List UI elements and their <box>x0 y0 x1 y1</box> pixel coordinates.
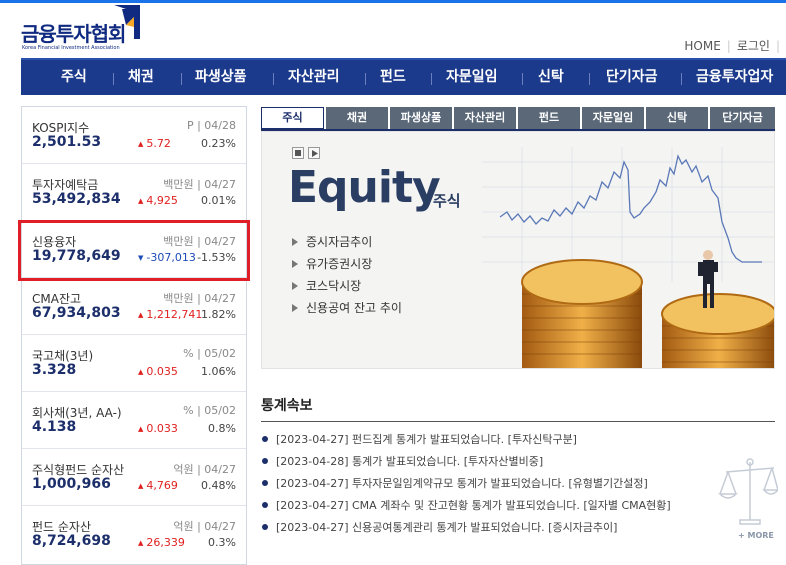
stat-change: ▲ 26,339 <box>138 536 185 549</box>
stat-unit: P | 04/28 <box>186 119 236 132</box>
gnb-item-advisory[interactable]: 자문일임 <box>446 60 498 95</box>
arrow-right-icon <box>292 260 298 268</box>
equity-banner: Equity 주식 증시자금추이 유가증권시장 코스닥시장 신용공여 잔고 추이 <box>261 131 775 369</box>
news-more-link[interactable]: + MORE <box>738 531 774 540</box>
stat-value: 1,000,966 <box>32 476 111 492</box>
stat-value: 4.138 <box>32 419 77 435</box>
stat-percent: 0.3% <box>208 536 236 549</box>
gold-coins-graphic <box>521 250 774 368</box>
up-arrow-icon: ▲ <box>138 368 144 376</box>
stat-change: ▲ 0.035 <box>138 365 178 378</box>
stat-percent: 0.8% <box>208 422 236 435</box>
gnb-item-derivatives[interactable]: 파생상품 <box>195 60 247 95</box>
market-stats-panel: KOSPI지수 P | 04/28 2,501.53 ▲ 5.72 0.23% 투… <box>21 106 247 565</box>
banner-link-kospi-market[interactable]: 유가증권시장 <box>292 255 372 272</box>
tab-derivatives[interactable]: 파생상품 <box>390 107 452 129</box>
stat-change: ▲ 4,769 <box>138 479 178 492</box>
tab-bonds[interactable]: 채권 <box>326 107 388 129</box>
stat-percent: 0.48% <box>201 479 236 492</box>
stat-value: 3.328 <box>32 362 77 378</box>
stat-corporate-bond[interactable]: 회사채(3년, AA-) % | 05/02 4.138 ▲ 0.033 0.8% <box>22 392 246 449</box>
stat-percent: 0.23% <box>201 137 236 150</box>
stat-unit: % | 05/02 <box>183 347 236 360</box>
stat-value: 2,501.53 <box>32 134 102 150</box>
banner-link-kosdaq-market[interactable]: 코스닥시장 <box>292 277 361 294</box>
banner-play-button[interactable] <box>308 147 320 159</box>
banner-subtitle: 주식 <box>433 192 461 210</box>
stat-percent: 1.06% <box>201 365 236 378</box>
logo-subtitle: Korea Financial Investment Association <box>22 45 120 51</box>
stat-cma-balance[interactable]: CMA잔고 백만원 | 04/27 67,934,803 ▲ 1,212,741 … <box>22 278 246 335</box>
news-item[interactable]: [2023-04-27] 펀드집계 통계가 발표되었습니다. [투자신탁구분] <box>262 431 577 447</box>
stat-equity-fund-nav[interactable]: 주식형펀드 순자산 억원 | 04/27 1,000,966 ▲ 4,769 0.… <box>22 449 246 506</box>
gnb-item-bonds[interactable]: 채권 <box>128 60 154 95</box>
tab-stocks[interactable]: 주식 <box>261 107 324 129</box>
arrow-right-icon <box>292 304 298 312</box>
up-arrow-icon: ▲ <box>138 539 144 547</box>
news-section-title: 통계속보 <box>261 398 313 414</box>
news-item[interactable]: [2023-04-27] 투자자문일임계약규모 통계가 발표되었습니다. [유형… <box>262 475 648 491</box>
main-navigation: 주식 채권 파생상품 자산관리 펀드 자문일임 신탁 단기자금 금융투자업자 <box>21 58 786 95</box>
stat-value: 53,492,834 <box>32 191 121 207</box>
up-arrow-icon: ▲ <box>138 140 144 148</box>
up-arrow-icon: ▲ <box>138 482 144 490</box>
stat-treasury-3y[interactable]: 국고채(3년) % | 05/02 3.328 ▲ 0.035 1.06% <box>22 335 246 392</box>
utility-links: HOME | 로그인 | <box>684 37 780 54</box>
arrow-right-icon <box>292 238 298 246</box>
bullet-icon <box>262 436 268 442</box>
stat-value: 67,934,803 <box>32 305 121 321</box>
credit-loan-highlight-box <box>18 220 250 281</box>
news-item[interactable]: [2023-04-27] 신용공여통계관리 통계가 발표되었습니다. [증시자금… <box>262 519 617 535</box>
gnb-item-funds[interactable]: 펀드 <box>380 60 406 95</box>
stat-value: 8,724,698 <box>32 533 111 549</box>
tab-asset-management[interactable]: 자산관리 <box>454 107 516 129</box>
tab-funds[interactable]: 펀드 <box>518 107 580 129</box>
bullet-icon <box>262 480 268 486</box>
kofia-logo[interactable]: 금융투자협회 Korea Financial Investment Associ… <box>21 5 151 57</box>
bullet-icon <box>262 502 268 508</box>
bullet-icon <box>262 458 268 464</box>
stat-change: ▲ 4,925 <box>138 194 178 207</box>
stat-unit: 백만원 | 04/27 <box>163 292 236 305</box>
news-divider <box>261 421 775 422</box>
banner-stop-button[interactable] <box>292 147 304 159</box>
bullet-icon <box>262 524 268 530</box>
gnb-item-asset-management[interactable]: 자산관리 <box>288 60 340 95</box>
tab-short-term[interactable]: 단기자금 <box>710 107 775 129</box>
up-arrow-icon: ▲ <box>138 311 144 319</box>
tab-advisory[interactable]: 자문일임 <box>582 107 644 129</box>
gnb-item-investment-firms[interactable]: 금융투자업자 <box>696 60 773 95</box>
home-link[interactable]: HOME <box>684 39 720 53</box>
stat-investor-deposit[interactable]: 투자자예탁금 백만원 | 04/27 53,492,834 ▲ 4,925 0.0… <box>22 164 246 221</box>
up-arrow-icon: ▲ <box>138 197 144 205</box>
stat-percent: 0.01% <box>201 194 236 207</box>
stat-unit: 억원 | 04/27 <box>173 463 236 476</box>
stat-unit: 백만원 | 04/27 <box>163 178 236 191</box>
stat-change: ▲ 0.033 <box>138 422 178 435</box>
top-accent-line <box>0 0 786 3</box>
stat-fund-nav[interactable]: 펀드 순자산 억원 | 04/27 8,724,698 ▲ 26,339 0.3% <box>22 506 246 563</box>
logo-title: 금융투자협회 <box>21 22 126 46</box>
login-link[interactable]: 로그인 <box>737 37 770 54</box>
balance-scale-icon <box>718 458 778 525</box>
tab-trust[interactable]: 신탁 <box>646 107 708 129</box>
gnb-item-stocks[interactable]: 주식 <box>61 60 87 95</box>
stat-kospi[interactable]: KOSPI지수 P | 04/28 2,501.53 ▲ 5.72 0.23% <box>22 107 246 164</box>
news-item[interactable]: [2023-04-27] CMA 계좌수 및 잔고현황 통계가 발표되었습니다.… <box>262 497 671 513</box>
stat-change: ▲ 5.72 <box>138 137 171 150</box>
banner-link-credit-balance[interactable]: 신용공여 잔고 추이 <box>292 299 402 316</box>
gnb-item-short-term[interactable]: 단기자금 <box>606 60 658 95</box>
up-arrow-icon: ▲ <box>138 425 144 433</box>
banner-link-market-funds[interactable]: 증시자금추이 <box>292 233 372 250</box>
arrow-right-icon <box>292 282 298 290</box>
gnb-item-trust[interactable]: 신탁 <box>538 60 564 95</box>
stat-percent: 1.82% <box>201 308 236 321</box>
category-tabs: 주식 채권 파생상품 자산관리 펀드 자문일임 신탁 단기자금 <box>261 107 775 129</box>
news-item[interactable]: [2023-04-28] 통계가 발표되었습니다. [투자자산별비중] <box>262 453 543 469</box>
stat-unit: 억원 | 04/27 <box>173 520 236 533</box>
stat-change: ▲ 1,212,741 <box>138 308 203 321</box>
stat-unit: % | 05/02 <box>183 404 236 417</box>
banner-title: Equity <box>288 162 441 213</box>
